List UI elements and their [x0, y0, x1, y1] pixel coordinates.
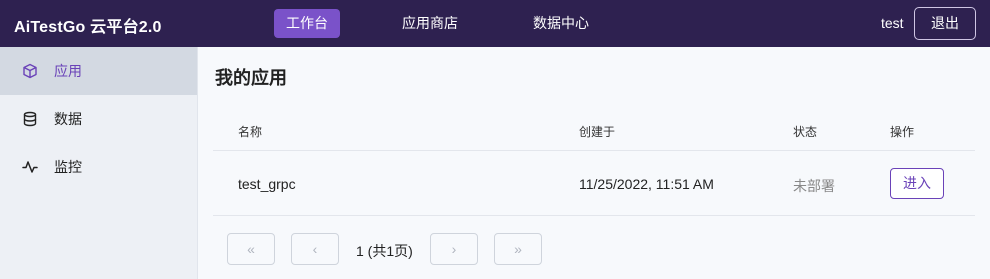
main-content: 我的应用 名称 创建于 状态 操作 test_grpc 11/25/2022, …: [199, 47, 990, 279]
app-created-at: 11/25/2022, 11:51 AM: [579, 176, 714, 192]
cube-icon: [22, 63, 38, 79]
logout-button[interactable]: 退出: [914, 7, 976, 40]
column-header-status: 状态: [793, 125, 818, 139]
table-row: test_grpc 11/25/2022, 11:51 AM 未部署 进入: [213, 152, 975, 216]
column-header-action: 操作: [890, 125, 915, 139]
nav-data-center[interactable]: 数据中心: [521, 9, 601, 38]
sidebar-item-label: 应用: [54, 63, 82, 79]
app-status: 未部署: [793, 178, 835, 194]
table-header: 名称 创建于 状态 操作: [213, 109, 975, 151]
sidebar: 应用 数据 监控: [0, 47, 198, 279]
activity-icon: [22, 159, 38, 175]
nav-app-store[interactable]: 应用商店: [390, 9, 470, 38]
sidebar-item-label: 数据: [54, 111, 82, 127]
prev-page-button[interactable]: ‹: [291, 233, 339, 265]
enter-app-button[interactable]: 进入: [890, 168, 944, 199]
next-page-button[interactable]: ›: [430, 233, 478, 265]
app-name: test_grpc: [238, 176, 296, 192]
sidebar-item-data[interactable]: 数据: [0, 95, 197, 143]
username: test: [881, 15, 904, 31]
last-page-button[interactable]: »: [494, 233, 542, 265]
sidebar-item-monitor[interactable]: 监控: [0, 143, 197, 191]
sidebar-item-label: 监控: [54, 159, 82, 175]
database-icon: [22, 111, 38, 127]
page-title: 我的应用: [215, 68, 287, 88]
sidebar-item-apps[interactable]: 应用: [0, 47, 197, 95]
column-header-name: 名称: [238, 125, 263, 139]
brand-title: AiTestGo 云平台2.0: [14, 19, 162, 36]
first-page-button[interactable]: «: [227, 233, 275, 265]
nav-workbench[interactable]: 工作台: [274, 9, 340, 38]
top-navbar: AiTestGo 云平台2.0 工作台 应用商店 数据中心 test 退出: [0, 0, 990, 47]
column-header-created: 创建于: [579, 125, 616, 139]
page-info: 1 (共1页): [356, 243, 413, 259]
